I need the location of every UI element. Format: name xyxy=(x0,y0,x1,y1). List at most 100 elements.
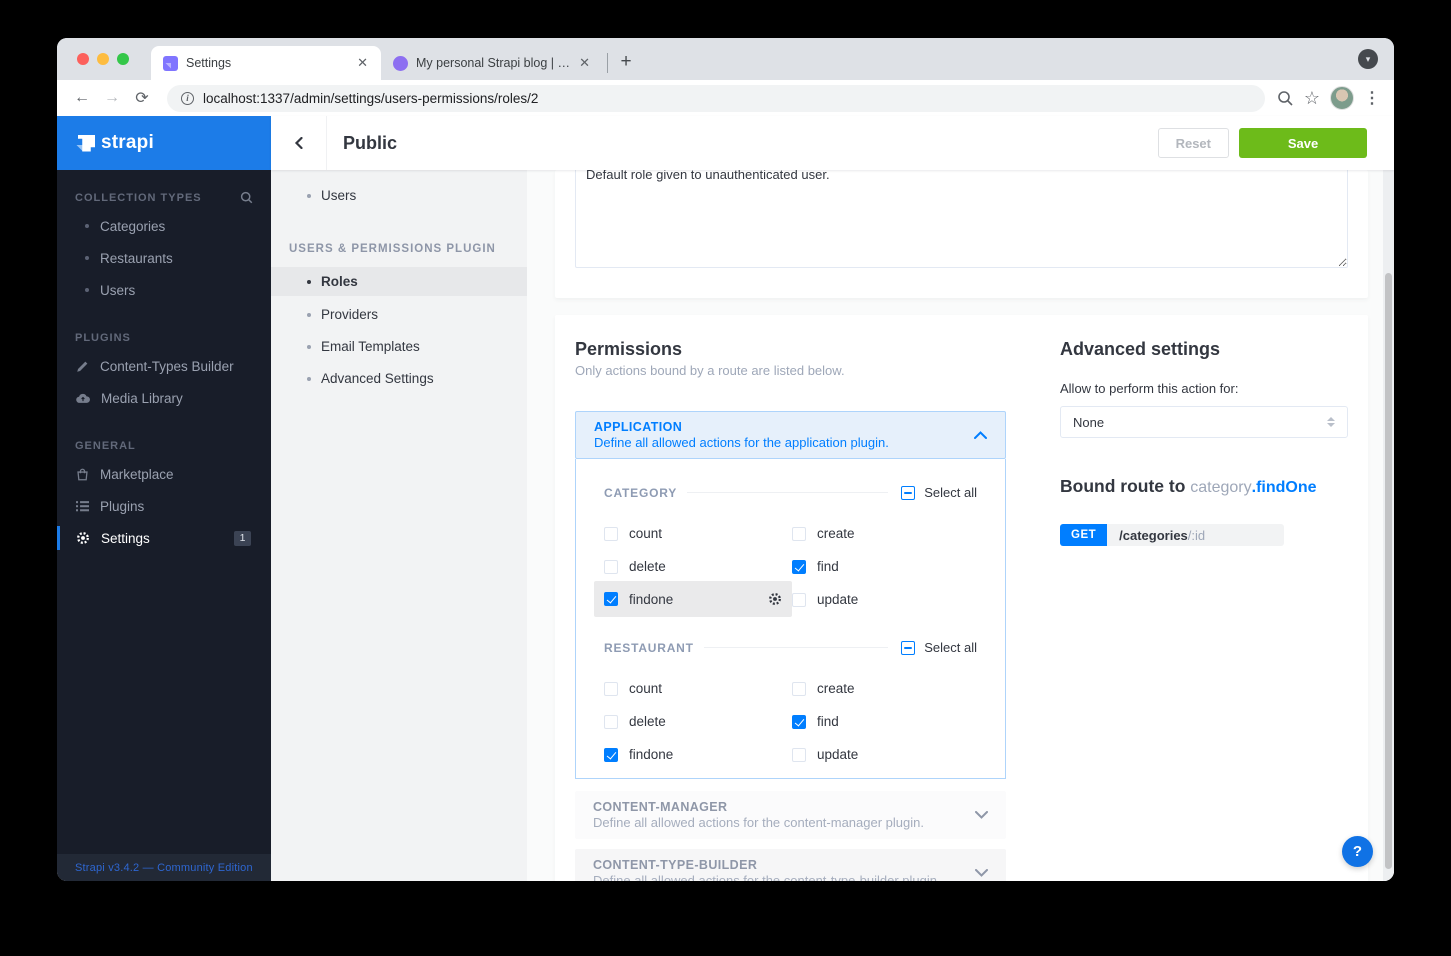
tab-separator xyxy=(607,53,608,73)
checkbox-find[interactable] xyxy=(792,714,806,729)
settings-nav-advanced-settings[interactable]: Advanced Settings xyxy=(271,364,527,393)
strapi-logo-icon xyxy=(76,135,93,152)
role-description-input[interactable]: Default role given to unauthenticated us… xyxy=(575,170,1348,268)
site-info-icon[interactable]: i xyxy=(181,91,194,105)
sidebar-item-marketplace[interactable]: Marketplace xyxy=(57,458,271,490)
settings-nav-roles[interactable]: Roles xyxy=(271,267,527,296)
permission-item: create xyxy=(792,517,977,550)
checkbox-delete[interactable] xyxy=(604,714,618,729)
strapi-admin: strapi COLLECTION TYPES Categories Resta… xyxy=(57,116,1394,881)
accordion-application[interactable]: APPLICATION Define all allowed actions f… xyxy=(575,411,1006,459)
back-icon[interactable]: ← xyxy=(69,85,95,111)
http-method-badge: GET xyxy=(1060,524,1108,546)
sidebar-section-plugins: PLUGINS Content-Types Builder Media Libr… xyxy=(57,332,271,414)
permissions-card: Permissions Only actions bound by a rout… xyxy=(555,315,1368,881)
search-icon[interactable] xyxy=(240,191,253,204)
category-select-all[interactable]: Select all xyxy=(901,485,977,500)
checkbox-delete[interactable] xyxy=(604,559,618,574)
chevron-down-icon xyxy=(975,869,988,877)
sidebar-item-users[interactable]: Users xyxy=(57,274,271,306)
page-title: Public xyxy=(343,132,398,153)
checkbox-create[interactable] xyxy=(792,681,806,696)
cloud-upload-icon xyxy=(76,393,90,403)
window-controls xyxy=(57,38,151,80)
checkbox-findone[interactable] xyxy=(604,592,618,606)
close-window-button[interactable] xyxy=(77,53,89,65)
permissions-title: Permissions xyxy=(575,339,683,359)
tab-strip: Settings ✕ My personal Strapi blog | Str… xyxy=(57,38,1394,80)
settings-nav-providers[interactable]: Providers xyxy=(271,300,527,329)
bullet-icon xyxy=(307,312,311,317)
settings-section-label: USERS & PERMISSIONS PLUGIN xyxy=(289,243,496,255)
sidebar-item-settings[interactable]: Settings 1 xyxy=(57,522,271,554)
application-permissions-panel: CATEGORY Select all count create delete … xyxy=(575,459,1006,779)
zoom-icon[interactable] xyxy=(1277,90,1294,107)
bookmark-star-icon[interactable]: ☆ xyxy=(1304,88,1320,109)
accordion-content-manager[interactable]: CONTENT-MANAGER Define all allowed actio… xyxy=(575,791,1006,839)
forward-icon[interactable]: → xyxy=(99,85,125,111)
back-button[interactable] xyxy=(271,116,327,170)
close-tab-icon[interactable]: ✕ xyxy=(576,55,593,71)
strapi-logo[interactable]: strapi xyxy=(57,116,271,170)
divider xyxy=(687,492,889,493)
policy-select[interactable]: None xyxy=(1060,406,1348,438)
main-sidebar: strapi COLLECTION TYPES Categories Resta… xyxy=(57,116,271,881)
list-icon xyxy=(76,501,89,512)
zoom-window-button[interactable] xyxy=(117,53,129,65)
save-button[interactable]: Save xyxy=(1239,128,1367,158)
checkbox-update[interactable] xyxy=(792,592,806,607)
profile-avatar[interactable] xyxy=(1330,86,1354,110)
strapi-version[interactable]: Strapi v3.4.2 — Community Edition xyxy=(57,854,271,881)
permission-item: count xyxy=(604,517,792,550)
address-bar[interactable]: i localhost:1337/admin/settings/users-pe… xyxy=(167,84,1265,112)
refresh-icon[interactable]: ⟳ xyxy=(129,85,155,111)
browser-menu-icon[interactable]: ⋮ xyxy=(1364,88,1380,108)
bullet-icon xyxy=(85,256,89,260)
checkbox-update[interactable] xyxy=(792,747,806,762)
checkbox-count[interactable] xyxy=(604,681,618,696)
bullet-icon xyxy=(307,279,311,284)
sidebar-section-collection-types: COLLECTION TYPES Categories Restaurants … xyxy=(57,191,271,306)
sidebar-item-media-library[interactable]: Media Library xyxy=(57,382,271,414)
page-scrollbar[interactable] xyxy=(1383,116,1394,881)
sidebar-item-content-types-builder[interactable]: Content-Types Builder xyxy=(57,350,271,382)
tab-strapi-blog[interactable]: My personal Strapi blog | Strap ✕ xyxy=(381,46,603,80)
sidebar-item-categories[interactable]: Categories xyxy=(57,210,271,242)
tab-settings[interactable]: Settings ✕ xyxy=(151,46,381,80)
permission-item: findone xyxy=(604,738,792,771)
reset-button[interactable]: Reset xyxy=(1157,128,1229,158)
permission-item: find xyxy=(792,550,977,583)
help-button[interactable]: ? xyxy=(1342,836,1373,867)
checkbox-create[interactable] xyxy=(792,526,806,541)
restaurant-select-all[interactable]: Select all xyxy=(901,640,977,655)
new-tab-button[interactable]: + xyxy=(612,48,640,76)
sidebar-section-general: GENERAL Marketplace Plugins Settings 1 xyxy=(57,440,271,554)
checkbox-find[interactable] xyxy=(792,559,806,574)
close-tab-icon[interactable]: ✕ xyxy=(354,55,371,71)
sidebar-item-restaurants[interactable]: Restaurants xyxy=(57,242,271,274)
permission-item: delete xyxy=(604,705,792,738)
bound-route-heading: Bound route to category.findOne xyxy=(1060,476,1317,496)
bag-icon xyxy=(77,468,88,480)
minimize-window-button[interactable] xyxy=(97,53,109,65)
bullet-icon xyxy=(85,224,89,228)
restaurant-permissions-grid: count create delete find findone update xyxy=(604,672,977,771)
tab-title: Settings xyxy=(186,56,232,70)
settings-badge: 1 xyxy=(234,530,251,546)
scrollbar-thumb[interactable] xyxy=(1385,273,1392,869)
select-all-checkbox[interactable] xyxy=(901,485,916,500)
sidebar-item-plugins[interactable]: Plugins xyxy=(57,490,271,522)
chevron-left-icon xyxy=(294,137,303,149)
tab-search-button[interactable]: ▾ xyxy=(1358,49,1378,69)
chevron-up-icon xyxy=(974,431,987,439)
browser-window: Settings ✕ My personal Strapi blog | Str… xyxy=(57,38,1394,881)
gear-icon[interactable] xyxy=(768,592,782,606)
settings-nav-users[interactable]: Users xyxy=(271,181,527,210)
checkbox-findone[interactable] xyxy=(604,747,618,762)
permission-item: count xyxy=(604,672,792,705)
select-all-checkbox[interactable] xyxy=(901,640,916,655)
settings-nav-email-templates[interactable]: Email Templates xyxy=(271,332,527,361)
select-stepper-icon xyxy=(1327,417,1335,427)
checkbox-count[interactable] xyxy=(604,526,618,541)
accordion-content-type-builder[interactable]: CONTENT-TYPE-BUILDER Define all allowed … xyxy=(575,849,1006,881)
